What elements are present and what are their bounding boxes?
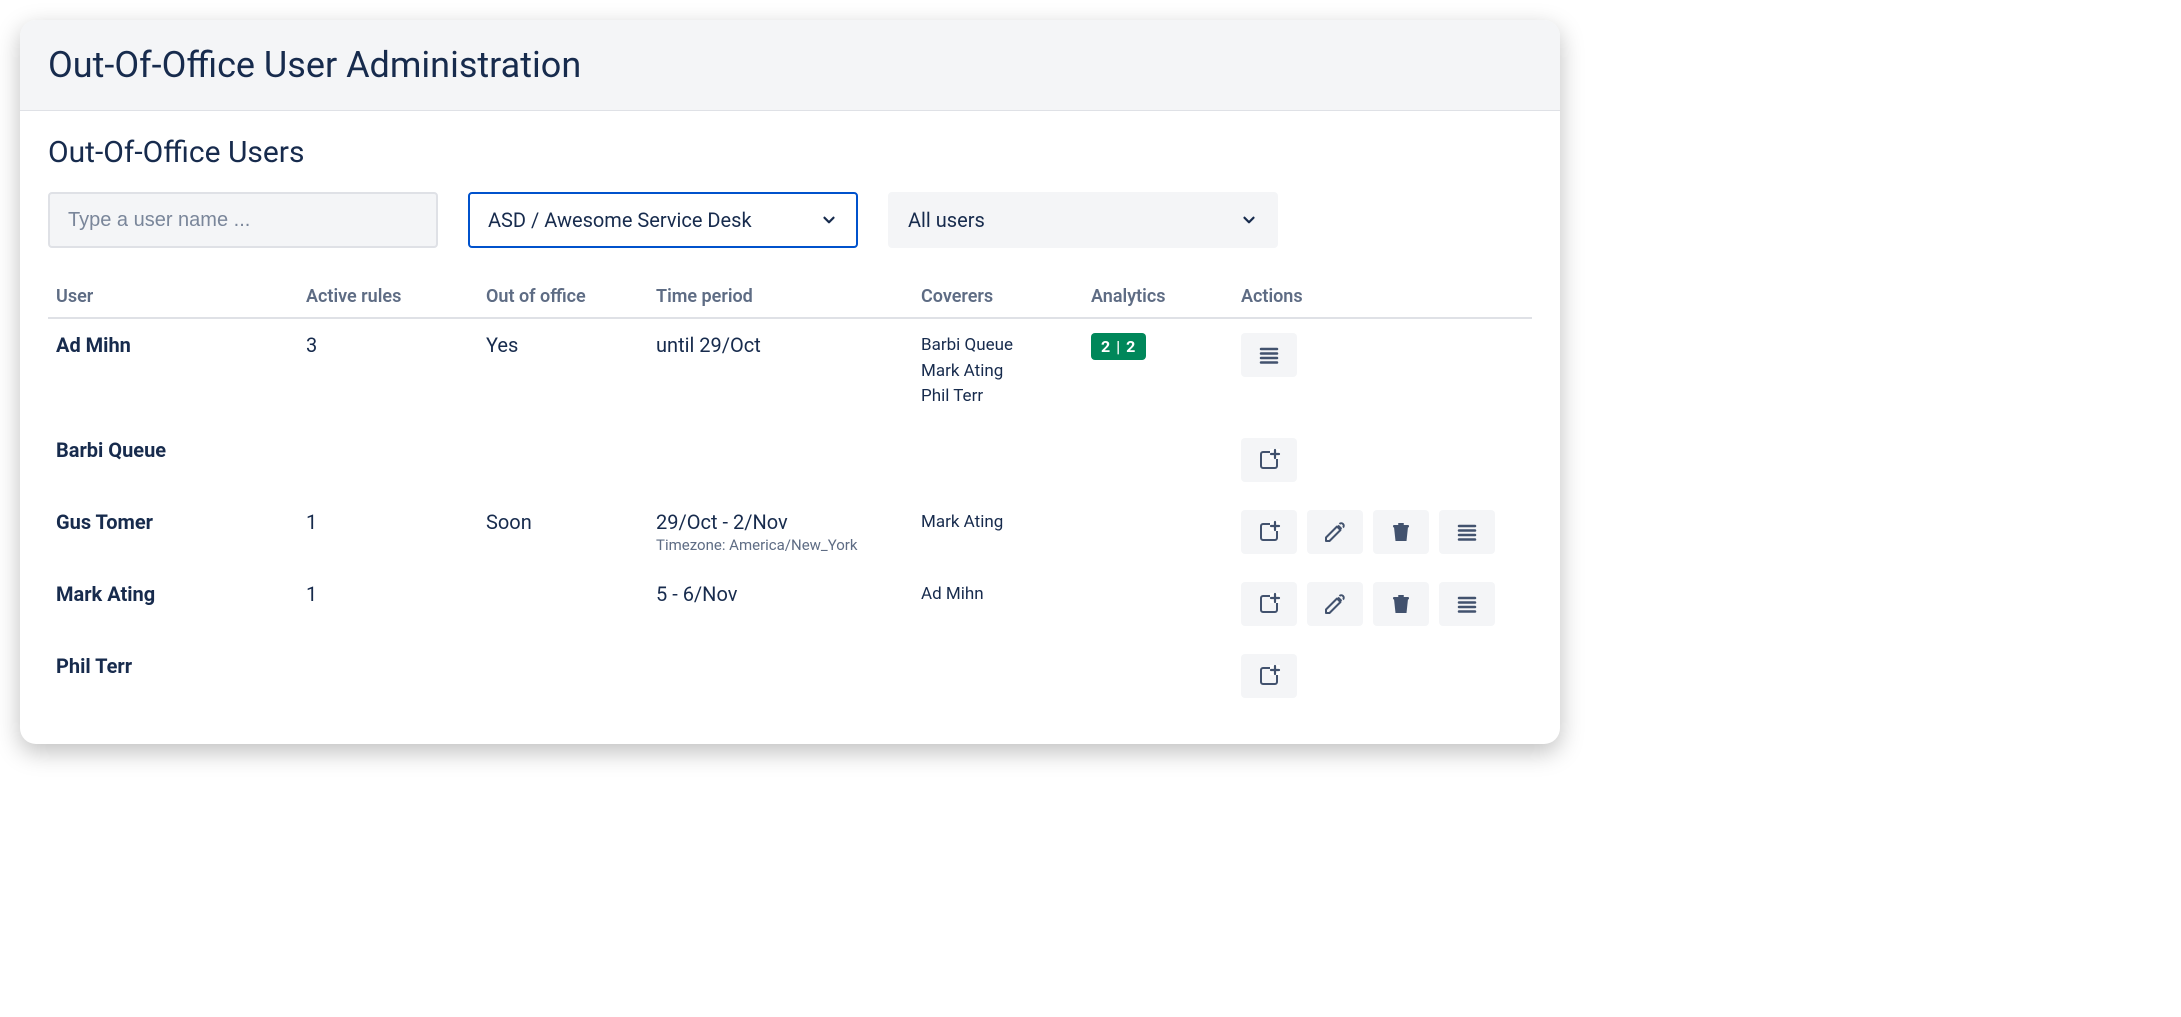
col-header-out-of-office[interactable]: Out of office (478, 276, 648, 318)
out-of-office-value (478, 568, 648, 640)
table-row: Phil Terr (48, 640, 1532, 712)
scope-dropdown-label: All users (908, 208, 985, 232)
table-row: Gus Tomer 1Soon 29/Oct - 2/Nov Timezone: Am… (48, 496, 1532, 568)
list-icon (1455, 592, 1479, 616)
edit-button[interactable] (1307, 510, 1363, 554)
edit-button[interactable] (1307, 582, 1363, 626)
list-button[interactable] (1241, 333, 1297, 377)
time-period-cell (648, 424, 913, 496)
out-of-office-value (478, 640, 648, 712)
add-icon (1257, 592, 1281, 616)
actions-wrap (1241, 438, 1524, 482)
panel-content: Out-Of-Office Users ASD / Awesome Servic… (20, 111, 1560, 744)
actions-cell (1233, 640, 1532, 712)
time-period-value: 29/Oct - 2/Nov (656, 510, 905, 534)
project-dropdown[interactable]: ASD / Awesome Service Desk (468, 192, 858, 248)
time-period-cell: 29/Oct - 2/Nov Timezone: America/New_York (648, 496, 913, 568)
coverers-list: Ad Mihn (921, 582, 1075, 608)
user-name: Gus Tomer (56, 510, 153, 534)
out-of-office-value (478, 424, 648, 496)
pencil-icon (1323, 520, 1347, 544)
add-rule-button[interactable] (1241, 510, 1297, 554)
coverers-list: Barbi QueueMark AtingPhil Terr (921, 333, 1075, 410)
list-button[interactable] (1439, 510, 1495, 554)
active-rules-value: 3 (298, 318, 478, 424)
actions-cell (1233, 496, 1532, 568)
page-title: Out-Of-Office User Administration (48, 44, 1532, 86)
time-period-cell: until 29/Oct (648, 318, 913, 424)
coverers-list: Mark Ating (921, 510, 1075, 536)
analytics-cell (1083, 496, 1233, 568)
add-icon (1257, 520, 1281, 544)
col-header-user[interactable]: User (48, 276, 298, 318)
analytics-cell (1083, 640, 1233, 712)
actions-wrap (1241, 654, 1524, 698)
chevron-down-icon (1240, 211, 1258, 229)
time-period-value: until 29/Oct (656, 333, 905, 357)
admin-panel: Out-Of-Office User Administration Out-Of… (20, 20, 1560, 744)
search-input[interactable] (48, 192, 438, 248)
coverers-cell (913, 640, 1083, 712)
section-title: Out-Of-Office Users (48, 135, 1532, 170)
time-period-cell: 5 - 6/Nov (648, 568, 913, 640)
col-header-actions[interactable]: Actions (1233, 276, 1532, 318)
project-dropdown-label: ASD / Awesome Service Desk (488, 208, 752, 232)
scope-dropdown[interactable]: All users (888, 192, 1278, 248)
user-name: Phil Terr (56, 654, 132, 678)
add-rule-button[interactable] (1241, 582, 1297, 626)
list-button[interactable] (1439, 582, 1495, 626)
actions-wrap (1241, 582, 1524, 626)
chevron-down-icon (820, 211, 838, 229)
pencil-icon (1323, 592, 1347, 616)
panel-header: Out-Of-Office User Administration (20, 20, 1560, 111)
col-header-coverers[interactable]: Coverers (913, 276, 1083, 318)
table-row: Ad Mihn 3Yes until 29/Oct Barbi QueueMark A… (48, 318, 1532, 424)
active-rules-value (298, 424, 478, 496)
actions-wrap (1241, 333, 1524, 377)
user-name: Mark Ating (56, 582, 155, 606)
analytics-cell (1083, 424, 1233, 496)
col-header-time-period[interactable]: Time period (648, 276, 913, 318)
user-name: Ad Mihn (56, 333, 131, 357)
timezone-value: Timezone: America/New_York (656, 536, 905, 554)
coverers-cell (913, 424, 1083, 496)
coverers-cell: Mark Ating (913, 496, 1083, 568)
out-of-office-value: Soon (478, 496, 648, 568)
add-icon (1257, 448, 1281, 472)
delete-button[interactable] (1373, 510, 1429, 554)
coverers-cell: Ad Mihn (913, 568, 1083, 640)
add-icon (1257, 664, 1281, 688)
trash-icon (1389, 520, 1413, 544)
filter-bar: ASD / Awesome Service Desk All users (48, 192, 1532, 248)
active-rules-value: 1 (298, 496, 478, 568)
analytics-badge[interactable]: 2 | 2 (1091, 333, 1146, 360)
col-header-analytics[interactable]: Analytics (1083, 276, 1233, 318)
analytics-cell (1083, 568, 1233, 640)
delete-button[interactable] (1373, 582, 1429, 626)
col-header-active-rules[interactable]: Active rules (298, 276, 478, 318)
analytics-cell: 2 | 2 (1083, 318, 1233, 424)
users-table: User Active rules Out of office Time per… (48, 276, 1532, 712)
out-of-office-value: Yes (478, 318, 648, 424)
time-period-value: 5 - 6/Nov (656, 582, 905, 606)
time-period-cell (648, 640, 913, 712)
trash-icon (1389, 592, 1413, 616)
table-row: Mark Ating 1 5 - 6/Nov Ad Mihn (48, 568, 1532, 640)
active-rules-value: 1 (298, 568, 478, 640)
active-rules-value (298, 640, 478, 712)
actions-cell (1233, 318, 1532, 424)
user-name: Barbi Queue (56, 438, 166, 462)
table-row: Barbi Queue (48, 424, 1532, 496)
coverers-cell: Barbi QueueMark AtingPhil Terr (913, 318, 1083, 424)
add-rule-button[interactable] (1241, 438, 1297, 482)
add-rule-button[interactable] (1241, 654, 1297, 698)
list-icon (1455, 520, 1479, 544)
actions-wrap (1241, 510, 1524, 554)
list-icon (1257, 343, 1281, 367)
actions-cell (1233, 568, 1532, 640)
actions-cell (1233, 424, 1532, 496)
